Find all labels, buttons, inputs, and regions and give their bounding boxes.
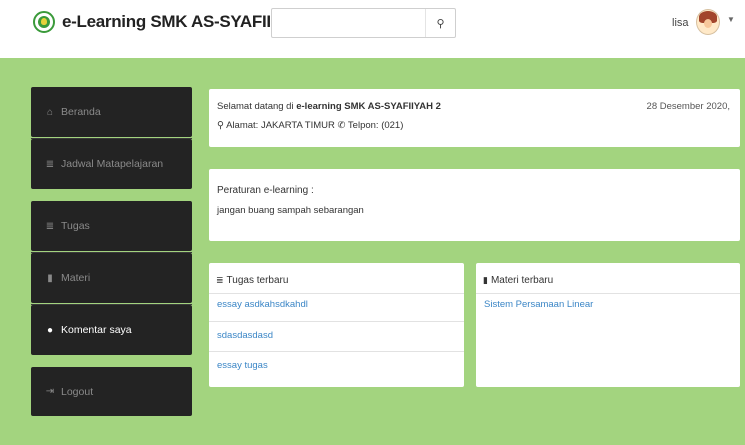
sidebar-item-label: Tugas [61, 220, 90, 232]
contact-line: ⚲ Alamat: JAKARTA TIMUR ✆ Telpon: (021) [217, 120, 403, 131]
book-icon: ▮ [483, 275, 488, 285]
book-icon: ▮ [47, 272, 53, 284]
sidebar-item-materi[interactable]: ▮ Materi [31, 253, 192, 303]
sidebar-item-label: Logout [61, 385, 94, 398]
home-icon: ⌂ [46, 106, 54, 118]
date-text: 28 Desember 2020, [646, 101, 730, 112]
sidebar-item-jadwal[interactable]: ≣ Jadwal Matapelajaran [31, 139, 192, 189]
rules-card: Peraturan e-learning : jangan buang samp… [209, 169, 740, 241]
rules-body: jangan buang sampah sebarangan [217, 205, 364, 216]
list-icon: ≣ [45, 158, 55, 170]
sidebar-item-label: Jadwal Matapelajaran [61, 158, 164, 170]
divider [209, 321, 464, 322]
sidebar-item-label: Materi [61, 272, 91, 284]
top-navbar: e-Learning SMK AS-SYAFIIYAH 2 ⚲ lisa ▼ [0, 0, 745, 58]
sidebar-item-beranda[interactable]: ⌂ Beranda [31, 87, 192, 137]
phone-icon: ✆ [337, 120, 346, 131]
divider [209, 351, 464, 352]
school-name: e-learning SMK AS-SYAFIIYAH 2 [296, 101, 441, 112]
assignment-link[interactable]: sdasdasdasd [217, 330, 273, 341]
search-button[interactable]: ⚲ [425, 9, 455, 37]
divider [209, 293, 464, 294]
sidebar-item-komentar[interactable]: ● Komentar saya [31, 305, 192, 355]
phone-text: Telpon: (021) [347, 120, 404, 131]
user-name[interactable]: lisa [672, 17, 689, 29]
caret-down-icon[interactable]: ▼ [727, 15, 735, 24]
search-box: ⚲ [271, 8, 456, 38]
avatar[interactable] [696, 9, 720, 35]
latest-assignments-panel: ≣ Tugas terbaru essay asdkahsdkahdl sdasd… [209, 263, 464, 387]
panel-title: Tugas terbaru [226, 275, 289, 286]
search-input[interactable] [276, 13, 425, 35]
panel-header: ≣ Tugas terbaru [216, 275, 288, 286]
divider [476, 293, 740, 294]
welcome-prefix: Selamat datang di [217, 101, 297, 112]
list-icon: ≣ [45, 220, 55, 232]
welcome-card: Selamat datang di e-learning SMK AS-SYAF… [209, 89, 740, 147]
address-text: Alamat: JAKARTA TIMUR [226, 120, 335, 131]
school-logo-icon[interactable] [33, 11, 55, 33]
panel-header: ▮ Materi terbaru [483, 275, 553, 286]
map-marker-icon: ⚲ [217, 120, 224, 131]
sidebar-item-label: Komentar saya [61, 324, 132, 336]
sidebar-item-logout[interactable]: ⇥ Logout [31, 367, 192, 416]
list-icon: ≣ [216, 275, 224, 285]
material-link[interactable]: Sistem Persamaan Linear [484, 299, 593, 310]
rules-title: Peraturan e-learning : [217, 185, 314, 196]
latest-materials-panel: ▮ Materi terbaru Sistem Persamaan Linear [476, 263, 740, 387]
comments-icon: ● [46, 324, 54, 336]
sidebar-item-tugas[interactable]: ≣ Tugas [31, 201, 192, 251]
logout-icon: ⇥ [45, 386, 55, 397]
welcome-text: Selamat datang di e-learning SMK AS-SYAF… [217, 101, 441, 112]
panel-title: Materi terbaru [490, 275, 554, 286]
sidebar-item-label: Beranda [61, 106, 101, 118]
assignment-link[interactable]: essay tugas [217, 360, 268, 371]
search-icon: ⚲ [436, 17, 445, 30]
assignment-link[interactable]: essay asdkahsdkahdl [217, 299, 308, 310]
